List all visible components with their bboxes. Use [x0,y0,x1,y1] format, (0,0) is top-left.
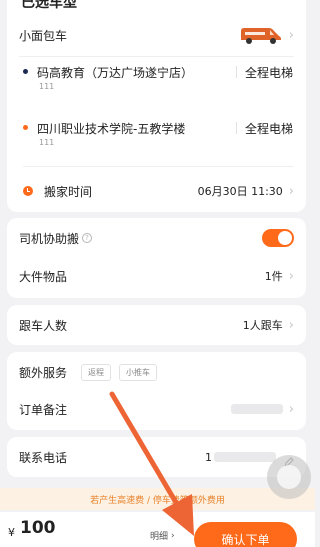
origin-dot [23,69,28,74]
driver-help-toggle[interactable] [262,229,294,247]
large-items-value: 1件 [264,270,283,283]
clock-icon [23,186,33,196]
destination-address[interactable]: 四川职业技术学院-五教学楼 111 全程电梯 [7,120,306,154]
order-remark-label: 订单备注 [19,402,68,417]
origin-elevator[interactable]: 全程电梯 [245,64,293,81]
driver-help-label: 司机协助搬 [19,231,80,246]
extra-services-row: 额外服务 返程 小推车 [7,352,306,392]
vehicle-row[interactable]: 小面包车 › [7,15,306,55]
origin-sub: 111 [39,82,55,91]
toggle-knob [278,231,292,245]
chevron-right-icon: › [288,317,294,333]
passengers-value: 1人跟车 [242,319,283,332]
help-icon[interactable]: ? [82,233,93,243]
notice-text: 若产生高速费 / 停车费等额外费用 [90,495,225,506]
remark-placeholder [230,404,283,414]
move-time-value: 06月30日 11:30 [197,185,283,198]
divider [236,66,237,78]
options-card: 司机协助搬 ? 大件物品 1件 › [7,218,306,298]
contact-value: 1 [205,451,276,464]
section-title: 已选车型 [21,0,77,11]
price-detail-link[interactable]: 明细 › [150,529,175,543]
large-items-row[interactable]: 大件物品 1件 › [7,256,306,296]
notice-bar: 若产生高速费 / 停车费等额外费用 [0,488,315,510]
chevron-right-icon: › [288,268,294,284]
destination-elevator[interactable]: 全程电梯 [245,120,293,137]
tag-return[interactable]: 返程 [81,363,112,381]
destination-name: 四川职业技术学院-五教学楼 [37,122,186,136]
chevron-right-icon: › [288,27,294,43]
destination-sub: 111 [39,138,55,147]
divider [236,122,237,134]
price-currency: ¥ [8,526,15,539]
vehicle-label: 小面包车 [19,28,68,43]
chevron-right-icon: › [171,530,175,541]
passengers-card: 跟车人数 1人跟车 › [7,305,306,345]
footer-bar: ¥ 100 明细 › 确认下单 [0,512,315,547]
destination-dot [23,125,28,130]
chevron-right-icon: › [288,401,294,417]
move-time-label: 搬家时间 [44,184,93,199]
confirm-order-button[interactable]: 确认下单 [194,522,297,547]
extra-card: 额外服务 返程 小推车 订单备注 › [7,352,306,430]
contact-row[interactable]: 联系电话 1 [7,437,306,477]
passengers-label: 跟车人数 [19,318,68,333]
floating-ball[interactable] [267,455,311,499]
contact-card: 联系电话 1 [7,437,306,477]
origin-address[interactable]: 码高教育（万达广场遂宁店） 111 全程电梯 [7,64,306,98]
divider [19,56,294,57]
tag-cart[interactable]: 小推车 [119,363,158,381]
order-card: 已选车型 小面包车 › 码高教育（万达广场遂宁店） 111 全程电梯 四川职业技… [7,0,306,212]
extra-services-label: 额外服务 [19,365,68,380]
chevron-right-icon: › [288,183,294,199]
price-value: 100 [20,518,56,538]
move-time-row[interactable]: 搬家时间 06月30日 11:30 › [7,171,306,211]
large-items-label: 大件物品 [19,269,68,284]
origin-name: 码高教育（万达广场遂宁店） [37,66,194,80]
van-icon [239,24,283,46]
divider [23,166,294,167]
passengers-row[interactable]: 跟车人数 1人跟车 › [7,305,306,345]
contact-label: 联系电话 [19,450,68,465]
driver-help-row: 司机协助搬 ? [7,218,306,258]
order-remark-row[interactable]: 订单备注 › [7,389,306,429]
